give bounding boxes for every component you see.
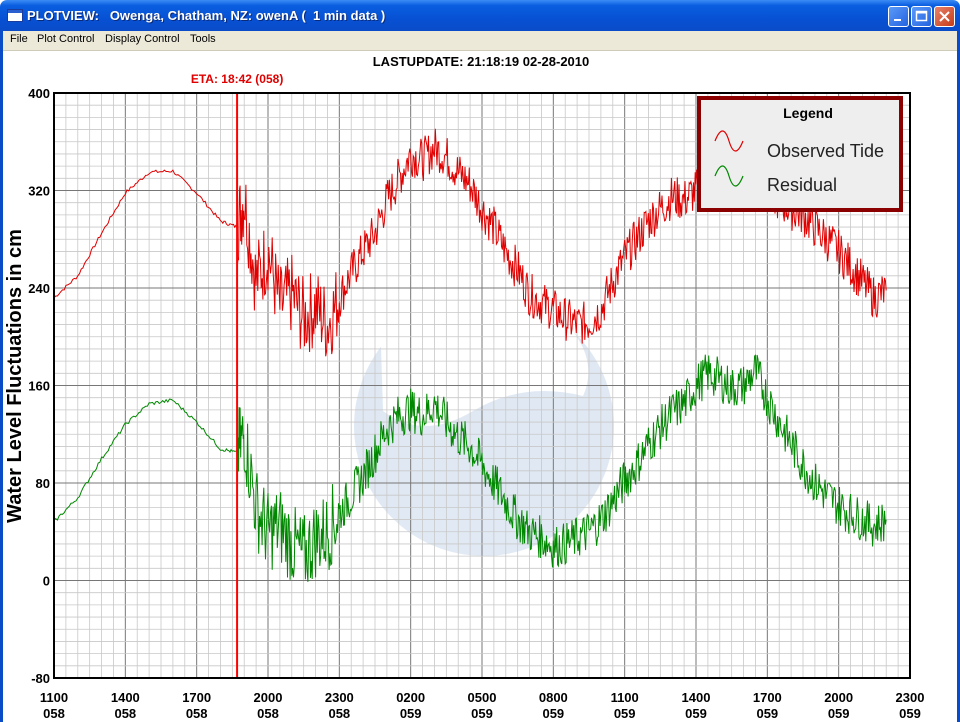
x-tick-day-label: 058 — [43, 706, 65, 721]
y-tick-label: 80 — [36, 476, 50, 491]
x-tick-day-label: 058 — [186, 706, 208, 721]
x-tick-time-label: 0200 — [396, 690, 425, 705]
title-bar[interactable]: PLOTVIEW: Owenga, Chatham, NZ: owenA ( 1… — [0, 0, 960, 31]
x-tick-day-label: 059 — [828, 706, 850, 721]
y-tick-label: -80 — [31, 671, 50, 686]
app-icon — [7, 9, 23, 22]
maximize-icon — [915, 10, 928, 22]
menu-file[interactable]: File — [10, 33, 28, 45]
x-tick-time-label: 1700 — [182, 690, 211, 705]
legend-item-residual: Residual — [767, 175, 837, 195]
x-tick-time-label: 0500 — [468, 690, 497, 705]
y-tick-label: 160 — [28, 379, 50, 394]
close-icon — [939, 11, 950, 22]
legend-title: Legend — [783, 105, 833, 121]
x-tick-day-label: 058 — [114, 706, 136, 721]
menu-display-control[interactable]: Display Control — [105, 33, 180, 45]
x-tick-day-label: 059 — [400, 706, 422, 721]
x-tick-time-label: 2000 — [824, 690, 853, 705]
x-tick-day-label: 059 — [756, 706, 778, 721]
y-axis-label: Water Level Fluctuations in cm — [4, 229, 26, 523]
legend[interactable]: Legend Observed Tide Residual — [697, 96, 903, 212]
x-tick-day-label: 059 — [471, 706, 493, 721]
x-tick-day-label: 059 — [899, 706, 921, 721]
menu-tools[interactable]: Tools — [190, 33, 216, 45]
x-tick-time-label: 2300 — [896, 690, 925, 705]
x-tick-day-label: 059 — [685, 706, 707, 721]
minimize-button[interactable] — [888, 6, 909, 27]
menu-plot-control[interactable]: Plot Control — [37, 33, 94, 45]
minimize-icon — [894, 19, 901, 21]
x-tick-time-label: 1100 — [611, 690, 639, 705]
close-button[interactable] — [934, 6, 955, 27]
menu-bar: File Plot Control Display Control Tools — [0, 31, 960, 51]
x-tick-time-label: 2000 — [254, 690, 283, 705]
legend-item-observed: Observed Tide — [767, 141, 884, 161]
x-tick-day-label: 058 — [328, 706, 350, 721]
maximize-button[interactable] — [911, 6, 932, 27]
x-tick-day-label: 059 — [614, 706, 636, 721]
last-update-label: LASTUPDATE: 21:18:19 02-28-2010 — [373, 54, 590, 69]
x-tick-time-label: 1400 — [111, 690, 140, 705]
window-title: PLOTVIEW: Owenga, Chatham, NZ: owenA ( 1… — [27, 8, 386, 23]
x-tick-time-label: 2300 — [325, 690, 354, 705]
y-tick-label: 240 — [28, 281, 50, 296]
x-tick-time-label: 1100 — [40, 690, 68, 705]
x-tick-time-label: 0800 — [539, 690, 568, 705]
y-tick-label: 0 — [43, 574, 50, 589]
x-tick-day-label: 059 — [542, 706, 564, 721]
y-tick-label: 320 — [28, 184, 50, 199]
y-tick-label: 400 — [28, 86, 50, 101]
x-tick-time-label: 1400 — [682, 690, 711, 705]
x-tick-time-label: 1700 — [753, 690, 782, 705]
x-tick-day-label: 058 — [257, 706, 279, 721]
plot-area[interactable]: LASTUPDATE: 21:18:19 02-28-2010 400 320 24… — [3, 51, 957, 722]
plotview-window: PLOTVIEW: Owenga, Chatham, NZ: owenA ( 1… — [0, 0, 960, 722]
eta-label: ETA: 18:42 (058) — [191, 72, 283, 86]
